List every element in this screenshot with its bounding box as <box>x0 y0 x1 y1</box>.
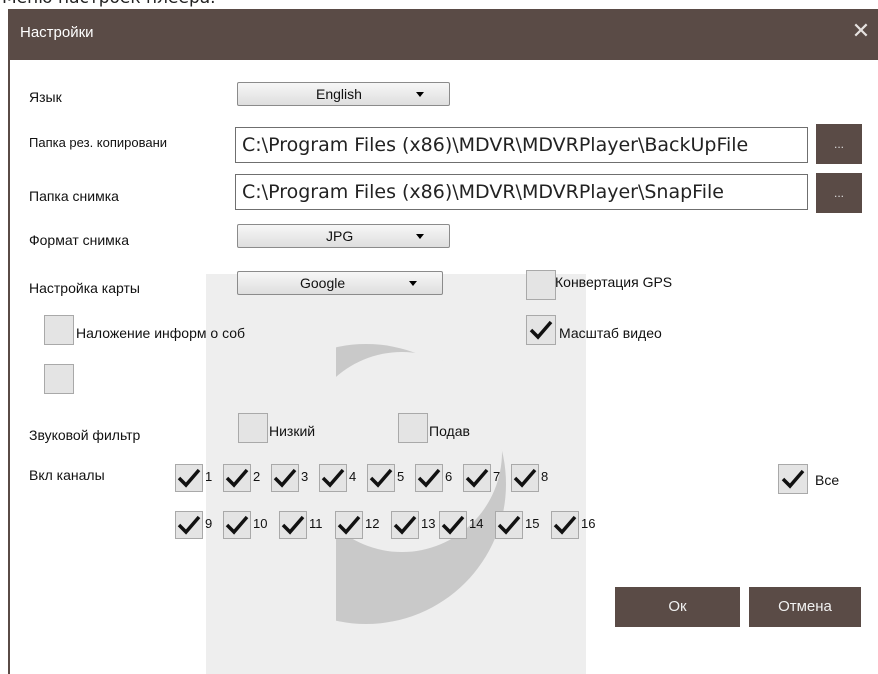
all-channels-label: Все <box>815 472 840 488</box>
snapshot-format-value: JPG <box>326 228 354 244</box>
channel-10-label: 10 <box>253 516 268 531</box>
backup-folder-field[interactable]: C:\Program Files (x86)\MDVR\MDVRPlayer\B… <box>235 127 808 163</box>
channel-15-label: 15 <box>525 516 540 531</box>
map-provider-select[interactable]: Google <box>237 271 443 295</box>
backup-folder-label: Папка рез. копировани <box>29 135 168 150</box>
checkmark-icon <box>529 320 553 340</box>
channel-6-label: 6 <box>445 469 453 484</box>
checkmark-icon <box>781 469 805 489</box>
channel-9-label: 9 <box>205 516 213 531</box>
channel-14-label: 14 <box>469 516 484 531</box>
channel-8-checkbox[interactable] <box>511 464 539 492</box>
dialog-title: Настройки <box>20 24 94 41</box>
gps-conversion-checkbox[interactable] <box>526 270 556 300</box>
channel-11-label: 11 <box>309 516 323 531</box>
channel-13-checkbox[interactable] <box>391 511 419 539</box>
chevron-down-icon <box>409 281 417 286</box>
channel-11-checkbox[interactable] <box>279 511 307 539</box>
channel-15-checkbox[interactable] <box>495 511 523 539</box>
channel-12-label: 12 <box>365 516 380 531</box>
audio-suppress-label: Подав <box>429 423 470 439</box>
page-caption: Меню настроек плеера. <box>0 0 878 8</box>
channel-3-checkbox[interactable] <box>271 464 299 492</box>
checkmark-icon <box>369 468 393 488</box>
checkmark-icon <box>465 468 489 488</box>
map-settings-label: Настройка карты <box>29 280 140 296</box>
language-value: English <box>316 86 362 102</box>
overlay-info-label: Наложение информ о соб <box>76 325 246 341</box>
checkmark-icon <box>225 468 249 488</box>
checkmark-icon <box>513 468 537 488</box>
channel-2-label: 2 <box>253 469 261 484</box>
snapshot-folder-field[interactable]: C:\Program Files (x86)\MDVR\MDVRPlayer\S… <box>235 174 808 210</box>
checkmark-icon <box>497 515 521 535</box>
extra-checkbox[interactable] <box>44 364 74 394</box>
channel-8-label: 8 <box>541 469 549 484</box>
chevron-down-icon <box>416 234 424 239</box>
channel-7-checkbox[interactable] <box>463 464 491 492</box>
checkmark-icon <box>393 515 417 535</box>
channel-6-checkbox[interactable] <box>415 464 443 492</box>
channel-13-label: 13 <box>421 516 436 531</box>
audio-suppress-checkbox[interactable] <box>398 413 428 443</box>
checkmark-icon <box>177 468 201 488</box>
cancel-button[interactable]: Отмена <box>749 587 861 627</box>
snapshot-format-select[interactable]: JPG <box>237 224 450 248</box>
checkmark-icon <box>281 515 305 535</box>
channel-1-label: 1 <box>205 469 213 484</box>
channels-label: Вкл каналы <box>29 467 105 483</box>
channel-5-checkbox[interactable] <box>367 464 395 492</box>
channel-7-label: 7 <box>493 469 501 484</box>
video-scale-checkbox[interactable] <box>526 315 556 345</box>
map-provider-value: Google <box>300 275 346 291</box>
ok-button[interactable]: Ок <box>615 587 740 627</box>
snapshot-browse-button[interactable]: ... <box>816 173 862 213</box>
channel-1-checkbox[interactable] <box>175 464 203 492</box>
chevron-down-icon <box>416 92 424 97</box>
snapshot-folder-label: Папка снимка <box>29 188 119 204</box>
channel-4-checkbox[interactable] <box>319 464 347 492</box>
dialog-titlebar: Настройки ✕ <box>10 9 878 60</box>
audio-filter-label: Звуковой фильтр <box>29 427 141 443</box>
checkmark-icon <box>273 468 297 488</box>
video-scale-label: Масштаб видео <box>559 325 662 341</box>
channel-14-checkbox[interactable] <box>439 511 467 539</box>
channel-12-checkbox[interactable] <box>335 511 363 539</box>
checkmark-icon <box>177 515 201 535</box>
channel-3-label: 3 <box>301 469 309 484</box>
overlay-info-checkbox[interactable] <box>44 315 74 345</box>
backup-browse-button[interactable]: ... <box>816 124 862 164</box>
audio-low-label: Низкий <box>269 423 316 439</box>
channel-4-label: 4 <box>349 469 357 484</box>
channel-5-label: 5 <box>397 469 405 484</box>
channel-16-label: 16 <box>581 516 596 531</box>
channel-16-checkbox[interactable] <box>551 511 579 539</box>
checkmark-icon <box>321 468 345 488</box>
language-label: Язык <box>29 89 62 105</box>
checkmark-icon <box>417 468 441 488</box>
language-select[interactable]: English <box>237 82 450 106</box>
close-icon[interactable]: ✕ <box>848 18 874 44</box>
channel-2-checkbox[interactable] <box>223 464 251 492</box>
settings-dialog: Настройки ✕ Язык English Папка рез. копи… <box>8 9 878 674</box>
all-channels-checkbox[interactable] <box>778 464 808 494</box>
channel-9-checkbox[interactable] <box>175 511 203 539</box>
gps-conversion-label: Конвертация GPS <box>555 274 673 290</box>
audio-low-checkbox[interactable] <box>238 413 268 443</box>
channel-10-checkbox[interactable] <box>223 511 251 539</box>
checkmark-icon <box>225 515 249 535</box>
checkmark-icon <box>337 515 361 535</box>
snapshot-format-label: Формат снимка <box>29 232 130 248</box>
checkmark-icon <box>553 515 577 535</box>
checkmark-icon <box>441 515 465 535</box>
